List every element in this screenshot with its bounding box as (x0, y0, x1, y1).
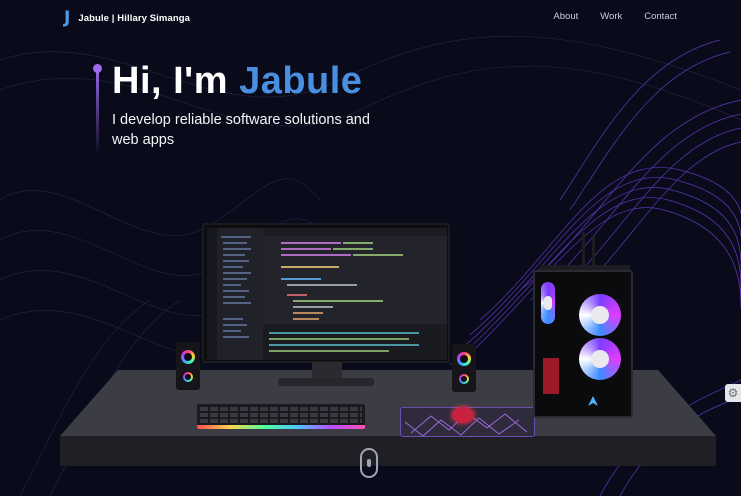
nav-link-contact[interactable]: Contact (644, 11, 677, 22)
hero-accent-dot (93, 64, 102, 73)
editor-activity-bar (207, 228, 217, 360)
nav-link-about[interactable]: About (553, 11, 578, 22)
editor-code-area (263, 228, 447, 360)
editor-file-explorer (217, 228, 263, 360)
top-nav: J Jabule | Hillary Simanga About Work Co… (0, 0, 741, 34)
nav-link-work[interactable]: Work (600, 11, 622, 22)
mouse-scroll-icon[interactable] (360, 448, 378, 478)
hero-subtitle: I develop reliable software solutions an… (112, 112, 370, 148)
brand-mark: J (64, 8, 71, 28)
settings-button[interactable]: ⚙ (725, 384, 741, 402)
brand-text: Jabule | Hillary Simanga (78, 12, 191, 24)
monitor (202, 223, 450, 363)
hero-accent-line (96, 64, 99, 156)
pc-case (533, 270, 633, 418)
pc-gpu (543, 358, 559, 394)
nav-links: About Work Contact (553, 11, 677, 22)
case-fan-top (579, 294, 621, 336)
monitor-base (278, 378, 374, 386)
right-speaker (452, 344, 476, 392)
case-fan-bottom (579, 338, 621, 380)
monitor-screen (207, 228, 447, 360)
pc-antenna-left (582, 232, 585, 268)
keyboard (197, 404, 365, 429)
hero-title: Hi, I'm Jabule (112, 60, 362, 103)
hero-name: Jabule (239, 60, 363, 102)
left-speaker (176, 342, 200, 390)
brand-logo[interactable]: J Jabule | Hillary Simanga (64, 8, 190, 28)
hero-greeting: Hi, I'm (112, 60, 240, 102)
mouse (452, 407, 474, 423)
gear-icon: ⚙ (727, 386, 739, 400)
